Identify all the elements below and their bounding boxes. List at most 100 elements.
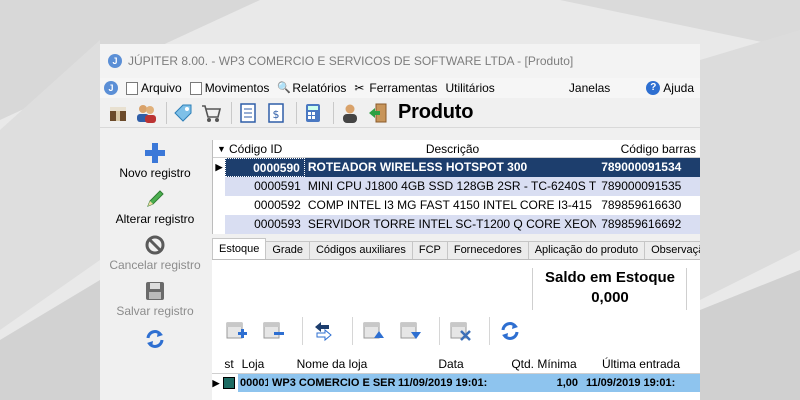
money-document-icon: $: [268, 102, 284, 123]
tab-fornecedores[interactable]: Fornecedores: [446, 241, 529, 259]
tag-button[interactable]: [171, 101, 195, 125]
title-bar: J JÚPITER 8.00. - WP3 COMERCIO E SERVICO…: [100, 44, 700, 78]
column-header-st[interactable]: st: [220, 354, 238, 373]
menu-ajuda[interactable]: ? Ajuda: [644, 81, 700, 95]
toolbar-separator: [352, 317, 353, 345]
box-icon: [110, 106, 126, 121]
stock-move-down-button[interactable]: [396, 317, 424, 345]
edit-record-button[interactable]: Alterar registro: [100, 188, 210, 226]
table-row[interactable]: 0000592 COMP INTEL I3 MG FAST 4150 INTEL…: [213, 196, 700, 215]
menu-utilitarios[interactable]: Utilitários: [443, 81, 500, 95]
actions-panel: Novo registro Alterar registro Cancelar …: [100, 132, 210, 400]
menu-ferramentas[interactable]: ✂ Ferramentas: [352, 81, 443, 95]
list-button[interactable]: [236, 101, 260, 125]
menu-arquivo[interactable]: Arquivo: [124, 81, 188, 95]
tools-icon: ✂: [354, 80, 365, 95]
table-row[interactable]: ▶ 00001 WP3 COMERCIO E SER 11/09/2019 19…: [212, 374, 700, 392]
user-button[interactable]: [338, 101, 362, 125]
saldo-label: Saldo em Estoque: [544, 269, 676, 286]
refresh-icon: [146, 330, 164, 348]
app-window: J JÚPITER 8.00. - WP3 COMERCIO E SERVICO…: [100, 44, 700, 400]
clients-button[interactable]: [134, 101, 158, 125]
toolbar-separator: [333, 101, 334, 124]
toolbar-separator: [231, 101, 232, 124]
window-title: JÚPITER 8.00. - WP3 COMERCIO E SERVICOS …: [128, 54, 574, 68]
cancel-circle-icon: [145, 235, 165, 255]
refresh-button[interactable]: [100, 328, 210, 352]
toolbar-separator: [166, 101, 167, 124]
column-header-qtd-minima[interactable]: Qtd. Mínima: [506, 354, 582, 373]
saldo-box: Saldo em Estoque 0,000: [536, 268, 684, 308]
main-toolbar: $ Produto: [100, 98, 700, 128]
calculator-icon: [306, 103, 320, 122]
detail-tabs: Estoque Grade Códigos auxiliares FCP For…: [212, 238, 700, 260]
row-pointer-icon: ▶: [212, 378, 220, 388]
column-header-description[interactable]: Descrição: [305, 140, 596, 157]
list-document-icon: [240, 102, 256, 123]
shopping-cart-icon: [202, 104, 222, 122]
row-pointer-icon: ▶: [215, 162, 223, 172]
exit-button[interactable]: [366, 101, 390, 125]
remove-row-icon: [263, 322, 284, 339]
save-record-button[interactable]: Salvar registro: [100, 280, 210, 318]
floppy-disk-icon: [146, 282, 164, 300]
tab-grade[interactable]: Grade: [265, 241, 310, 259]
products-grid[interactable]: ▼ Código ID Descrição Código barras ▶ 00…: [212, 140, 700, 234]
transfer-arrows-icon: [315, 322, 332, 342]
svg-text:$: $: [273, 108, 280, 121]
column-header-code[interactable]: Código ID: [225, 140, 305, 157]
stock-grid-header: st Loja Nome da loja Data Qtd. Mínima Úl…: [212, 354, 700, 374]
delete-row-icon: [450, 322, 471, 341]
exit-door-icon: [369, 103, 387, 122]
pencil-icon: [147, 190, 164, 207]
menu-movimentos[interactable]: Movimentos: [188, 81, 276, 95]
stock-grid[interactable]: st Loja Nome da loja Data Qtd. Mínima Úl…: [212, 354, 700, 400]
stock-transfer-button[interactable]: [309, 317, 337, 345]
tab-estoque[interactable]: Estoque: [212, 238, 267, 259]
cart-button[interactable]: [199, 101, 223, 125]
help-icon: ?: [646, 81, 661, 95]
add-row-icon: [226, 322, 247, 339]
menu-logo-icon[interactable]: J: [104, 81, 118, 95]
table-row[interactable]: 0000591 MINI CPU J1800 4GB SSD 128GB 2SR…: [213, 177, 700, 196]
app-logo-icon: J: [108, 54, 122, 68]
menu-bar: J Arquivo Movimentos 🔍 Relatórios ✂ Ferram…: [100, 78, 700, 98]
stock-remove-button[interactable]: [259, 317, 287, 345]
toolbar-separator: [439, 317, 440, 345]
new-record-button[interactable]: Novo registro: [100, 142, 210, 180]
cancel-record-button[interactable]: Cancelar registro: [100, 234, 210, 272]
column-header-loja[interactable]: Loja: [238, 354, 268, 373]
saldo-divider: [686, 268, 687, 310]
column-header-nome-da-loja[interactable]: Nome da loja: [268, 354, 396, 373]
toolbar-separator: [302, 317, 303, 345]
stock-refresh-button[interactable]: [496, 317, 524, 345]
column-header-ultima-entrada[interactable]: Última entrada: [582, 354, 700, 373]
table-row[interactable]: ▶ 0000590 ROTEADOR WIRELESS HOTSPOT 300 …: [213, 158, 700, 177]
stock-delete-button[interactable]: [446, 317, 474, 345]
products-box-button[interactable]: [106, 101, 130, 125]
finance-button[interactable]: $: [264, 101, 288, 125]
stock-add-button[interactable]: [222, 317, 250, 345]
stock-toolbar-buttons: [222, 314, 533, 348]
move-up-icon: [363, 322, 384, 339]
tab-fcp[interactable]: FCP: [411, 241, 448, 259]
tab-codigos-auxiliares[interactable]: Códigos auxiliares: [308, 241, 413, 259]
tag-icon: [174, 104, 192, 122]
tab-observacao[interactable]: Observação: [644, 241, 700, 259]
menu-relatorios[interactable]: 🔍 Relatórios: [275, 81, 352, 95]
toolbar-separator: [296, 101, 297, 124]
tab-aplicacao-do-produto[interactable]: Aplicação do produto: [527, 241, 646, 259]
report-search-icon: 🔍: [277, 81, 292, 94]
document-icon: [126, 81, 138, 95]
refresh-icon: [501, 322, 519, 340]
move-down-icon: [400, 322, 421, 339]
table-row[interactable]: 0000593 SERVIDOR TORRE INTEL SC-T1200 Q …: [213, 215, 700, 234]
saldo-value: 0,000: [591, 289, 629, 306]
menu-janelas[interactable]: Janelas: [567, 81, 616, 95]
column-header-barcode[interactable]: Código barras: [596, 140, 700, 157]
column-header-data[interactable]: Data: [396, 354, 506, 373]
calculator-button[interactable]: [301, 101, 325, 125]
user-icon: [343, 104, 357, 123]
document-icon: [189, 81, 202, 95]
stock-move-up-button[interactable]: [359, 317, 387, 345]
